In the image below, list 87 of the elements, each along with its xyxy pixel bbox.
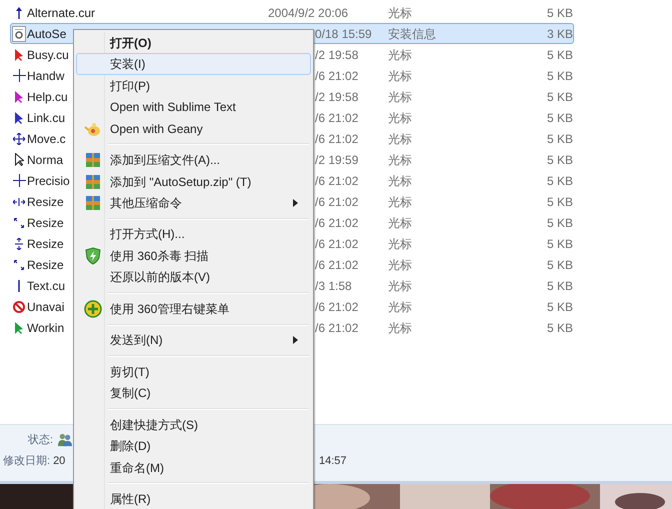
file-size: 3 KB — [546, 26, 573, 40]
file-date: /6 21:02 — [315, 194, 358, 208]
modified-date-start: 20 — [53, 454, 66, 468]
file-name: Unavai — [27, 300, 64, 314]
file-name: Text.cu — [27, 278, 66, 292]
file-date: /6 21:02 — [315, 320, 358, 334]
file-type: 光标 — [388, 90, 412, 104]
file-date: /2 19:58 — [315, 90, 358, 104]
file-date: /3 1:58 — [315, 278, 352, 292]
menu-item-label: 删除(D) — [110, 438, 151, 456]
status-label: 状态: — [28, 432, 54, 448]
file-type: 光标 — [388, 48, 412, 62]
file-date: /6 21:02 — [315, 174, 358, 188]
file-date: /2 19:59 — [315, 152, 358, 166]
file-type: 光标 — [388, 236, 412, 250]
file-name: Resize — [27, 216, 64, 230]
file-type: 安装信息 — [388, 26, 436, 40]
file-name: Resize — [27, 194, 64, 208]
menu-item-label: 其他压缩命令 — [110, 195, 182, 212]
file-date: /6 21:02 — [315, 216, 358, 230]
menu-item-label: 复制(C) — [110, 385, 151, 402]
menu-item-label: 添加到 "AutoSetup.zip" (T) — [110, 174, 252, 191]
file-size: 5 KB — [546, 68, 573, 82]
menu-item-label: 创建快捷方式(S) — [110, 416, 198, 434]
file-type: 光标 — [388, 300, 412, 314]
file-name: Alternate.cur — [27, 6, 96, 20]
file-size: 5 KB — [546, 48, 573, 62]
file-size: 5 KB — [546, 320, 573, 334]
menu-item-label: 使用 360管理右键菜单 — [110, 300, 230, 318]
file-name: Link.cu — [27, 110, 66, 124]
file-type: 光标 — [388, 194, 412, 208]
file-size: 5 KB — [546, 300, 573, 314]
menu-item-label: Open with Geany — [110, 120, 203, 138]
file-size: 5 KB — [546, 110, 573, 124]
menu-item-label: 发送到(N) — [110, 332, 163, 350]
file-type: 光标 — [388, 6, 412, 20]
modified-label: 修改日期: — [3, 454, 50, 468]
file-date: /6 21:02 — [315, 110, 358, 124]
file-size: 5 KB — [546, 174, 573, 188]
file-type: 光标 — [388, 278, 412, 292]
modified-date-end: 14:57 — [319, 454, 347, 468]
file-size: 5 KB — [546, 258, 573, 272]
menu-item-label: 使用 360杀毒 扫描 — [110, 248, 209, 265]
file-name: Precisio — [27, 174, 70, 188]
file-name: Resize — [27, 258, 64, 272]
file-date: 2004/9/2 20:06 — [268, 6, 348, 20]
menu-item-label: 打开(O) — [110, 34, 152, 52]
file-size: 5 KB — [546, 152, 573, 166]
file-date: /6 21:02 — [315, 236, 358, 250]
file-type: 光标 — [388, 216, 412, 230]
file-type: 光标 — [388, 110, 412, 124]
file-size: 5 KB — [546, 194, 573, 208]
file-date: 0/18 15:59 — [315, 26, 372, 40]
file-size: 5 KB — [546, 278, 573, 292]
file-type: 光标 — [388, 132, 412, 146]
file-type: 光标 — [388, 258, 412, 272]
file-name: Busy.cu — [27, 48, 69, 62]
file-size: 5 KB — [546, 236, 573, 250]
menu-item-label: 属性(R) — [110, 491, 151, 508]
file-date: /6 21:02 — [315, 258, 358, 272]
menu-item-label: 打印(P) — [110, 78, 150, 95]
menu-item-label: Open with Sublime Text — [110, 99, 236, 116]
file-date: /2 19:58 — [315, 48, 358, 62]
menu-item-label: 重命名(M) — [110, 460, 164, 477]
file-type: 光标 — [388, 320, 412, 334]
file-name: Workin — [27, 320, 64, 334]
file-size: 5 KB — [546, 6, 573, 20]
file-type: 光标 — [388, 174, 412, 188]
file-size: 5 KB — [546, 90, 573, 104]
file-type: 光标 — [388, 152, 412, 166]
menu-item-label: 安装(I) — [110, 56, 146, 74]
file-name: Handw — [27, 68, 64, 82]
menu-item-label: 还原以前的版本(V) — [110, 269, 210, 286]
menu-item-label: 剪切(T) — [110, 364, 150, 381]
file-name: AutoSe — [27, 26, 66, 40]
file-date: /6 21:02 — [315, 68, 358, 82]
file-name: Norma — [27, 152, 64, 166]
file-date: /6 21:02 — [315, 300, 358, 314]
file-size: 5 KB — [546, 132, 573, 146]
file-name: Help.cu — [27, 90, 68, 104]
menu-item-label: 添加到压缩文件(A)... — [110, 152, 220, 170]
file-name: Resize — [27, 236, 64, 250]
file-name: Move.c — [27, 132, 66, 146]
file-type: 光标 — [388, 68, 412, 82]
file-size: 5 KB — [546, 216, 573, 230]
file-date: /6 21:02 — [315, 132, 358, 146]
menu-item-label: 打开方式(H)... — [110, 226, 185, 244]
